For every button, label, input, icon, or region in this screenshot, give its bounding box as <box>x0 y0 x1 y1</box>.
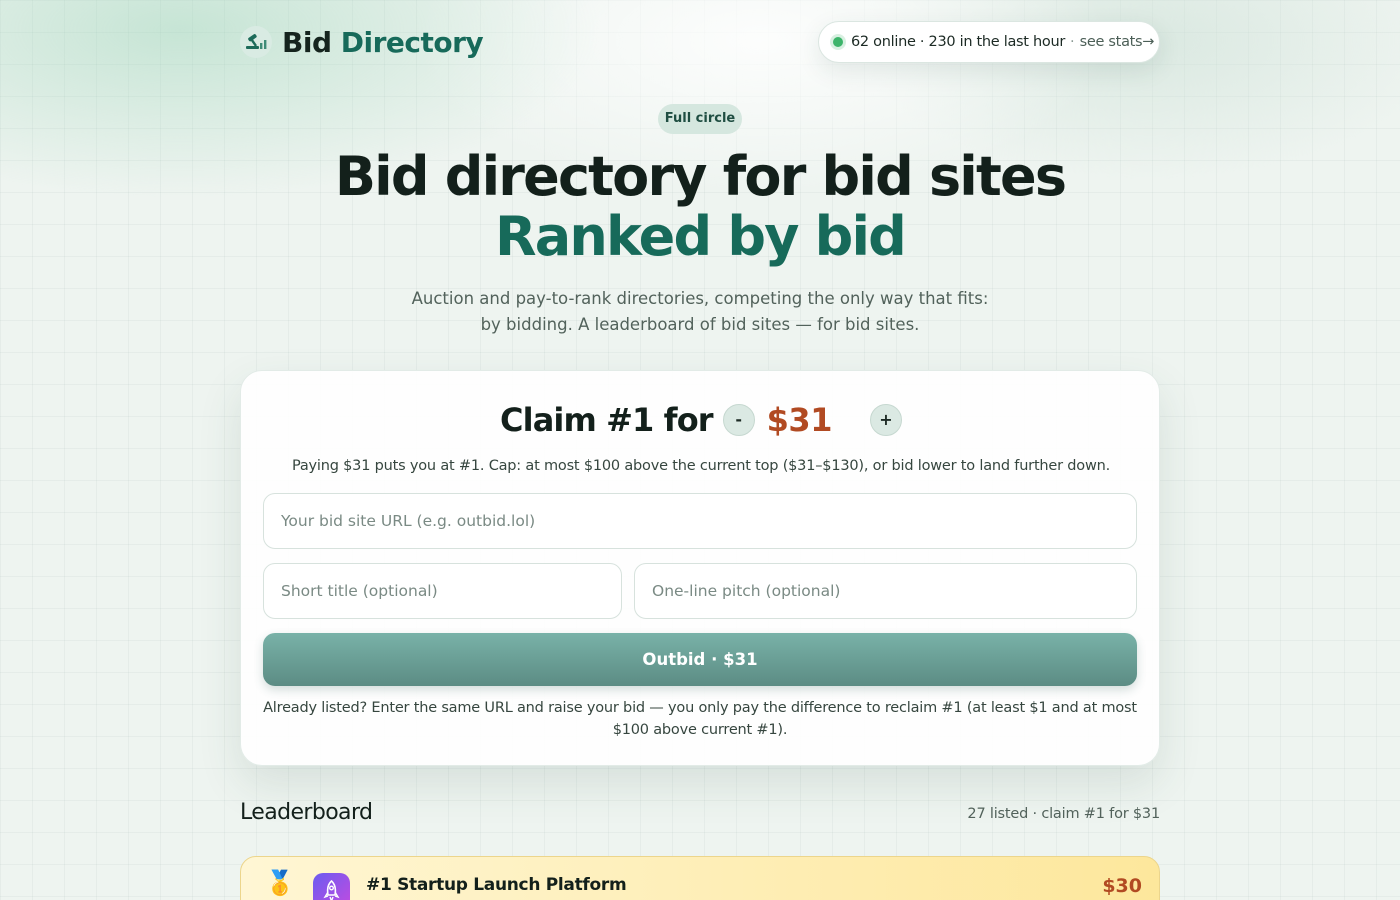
header: Bid Directory 62 online · 230 in the las… <box>240 20 1160 64</box>
logo-text: Bid Directory <box>282 25 484 59</box>
claim-label: Claim #1 for <box>500 401 714 439</box>
logo-word-directory: Directory <box>340 25 484 59</box>
leaderboard-row[interactable]: 🥇 #1 Startup Launch Platform $30 <box>240 856 1160 900</box>
outbid-button[interactable]: Outbid · $31 <box>263 633 1137 686</box>
gold-medal-icon: 🥇 <box>265 869 295 897</box>
logo[interactable]: Bid Directory <box>240 24 484 60</box>
claim-footnote: Already listed? Enter the same URL and r… <box>263 700 1137 738</box>
hero-title: Bid directory for bid sites <box>334 145 1067 208</box>
see-stats-link[interactable]: see stats→ <box>1080 34 1155 50</box>
url-input[interactable]: Your bid site URL (e.g. outbid.lol) <box>263 493 1137 549</box>
leaderboard-row-price: $30 <box>1102 875 1142 897</box>
claim-price: $31 <box>766 401 833 439</box>
claim-row: Claim #1 for - $31 + <box>241 399 1161 441</box>
pitch-input[interactable]: One-line pitch (optional) <box>634 563 1137 619</box>
increment-bid-button[interactable]: + <box>869 404 902 436</box>
presence-count: 62 online · 230 in the last hour <box>851 34 1066 50</box>
page: Bid Directory 62 online · 230 in the las… <box>240 0 1160 900</box>
hero-pill: Full circle <box>658 104 742 134</box>
leaderboard-title: Leaderboard <box>240 800 373 825</box>
logo-word-bid: Bid <box>282 25 332 59</box>
gavel-chart-icon <box>240 26 272 58</box>
hero-lead: Auction and pay-to-rank directories, com… <box>411 289 989 334</box>
online-status-icon <box>833 37 843 47</box>
rocket-icon <box>313 873 350 900</box>
leaderboard-meta: 27 listed · claim #1 for $31 <box>967 806 1160 822</box>
presence-badge[interactable]: 62 online · 230 in the last hour · see s… <box>818 21 1160 63</box>
claim-note: Paying $31 puts you at #1. Cap: at most … <box>291 458 1111 474</box>
claim-card: Claim #1 for - $31 + Paying $31 puts you… <box>240 370 1160 766</box>
decrement-bid-button[interactable]: - <box>722 404 755 436</box>
leaderboard-row-name[interactable]: #1 Startup Launch Platform <box>366 875 627 895</box>
title-input[interactable]: Short title (optional) <box>263 563 622 619</box>
presence-separator: · <box>1070 34 1075 50</box>
hero-title-accent: Ranked by bid <box>494 205 907 268</box>
